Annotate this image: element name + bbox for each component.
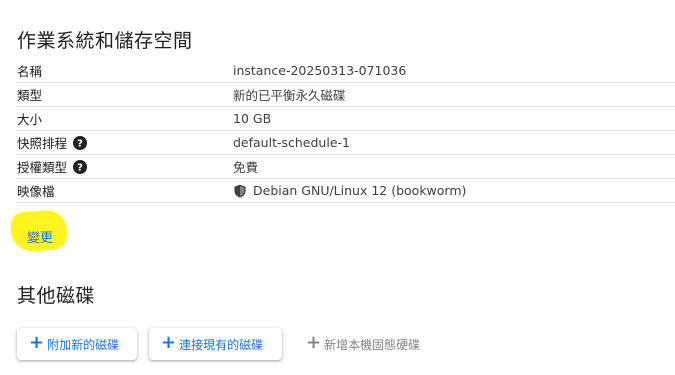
os-and-storage-panel: 作業系統和儲存空間 名稱 instance-20250313-071036 類型… — [0, 0, 675, 375]
property-label: 類型 — [17, 88, 43, 103]
attach-existing-disk-label: 連接現有的磁碟 — [179, 337, 264, 352]
attach-existing-disk-button[interactable]: + 連接現有的磁碟 — [149, 328, 282, 360]
other-disks-title: 其他磁碟 — [17, 285, 96, 307]
help-circle-icon[interactable]: ? — [73, 159, 88, 174]
property-label: 授權類型 — [17, 160, 68, 175]
boot-disk-properties: 名稱 instance-20250313-071036 類型 新的已平衡永久磁碟… — [17, 59, 675, 203]
add-new-disk-label: 附加新的磁碟 — [47, 337, 120, 352]
property-value: 新的已平衡永久磁碟 — [233, 88, 346, 103]
property-label: 大小 — [17, 112, 43, 127]
change-boot-disk-link[interactable]: 變更 — [27, 227, 53, 246]
svg-text:?: ? — [77, 162, 83, 173]
plus-icon: + — [161, 332, 177, 353]
plus-icon: + — [29, 332, 45, 353]
help-circle-icon[interactable]: ? — [73, 135, 88, 150]
svg-text:?: ? — [77, 138, 83, 149]
shield-icon — [233, 184, 247, 198]
property-label: 快照排程 — [17, 136, 68, 151]
property-row-license-type: 授權類型 ? 免費 — [17, 155, 675, 179]
property-row-type: 類型 新的已平衡永久磁碟 — [17, 83, 675, 107]
property-label: 名稱 — [17, 64, 43, 79]
property-row-name: 名稱 instance-20250313-071036 — [17, 59, 675, 83]
add-local-ssd-button[interactable]: + 新增本機固態硬碟 — [306, 328, 420, 360]
add-local-ssd-label: 新增本機固態硬碟 — [324, 337, 421, 352]
property-row-snapshot-schedule: 快照排程 ? default-schedule-1 — [17, 131, 675, 155]
property-row-size: 大小 10 GB — [17, 107, 675, 131]
property-value: Debian GNU/Linux 12 (bookworm) — [253, 183, 467, 198]
property-value: default-schedule-1 — [233, 135, 350, 150]
property-value: instance-20250313-071036 — [233, 63, 407, 78]
add-new-disk-button[interactable]: + 附加新的磁碟 — [17, 328, 137, 360]
property-label: 映像檔 — [17, 184, 55, 199]
property-value: 10 GB — [233, 111, 272, 126]
plus-icon: + — [306, 332, 322, 353]
property-value: 免費 — [233, 160, 259, 175]
os-storage-title: 作業系統和儲存空間 — [17, 30, 193, 52]
property-row-image: 映像檔 Debian GNU/Linux 12 (bookworm) — [17, 179, 675, 203]
